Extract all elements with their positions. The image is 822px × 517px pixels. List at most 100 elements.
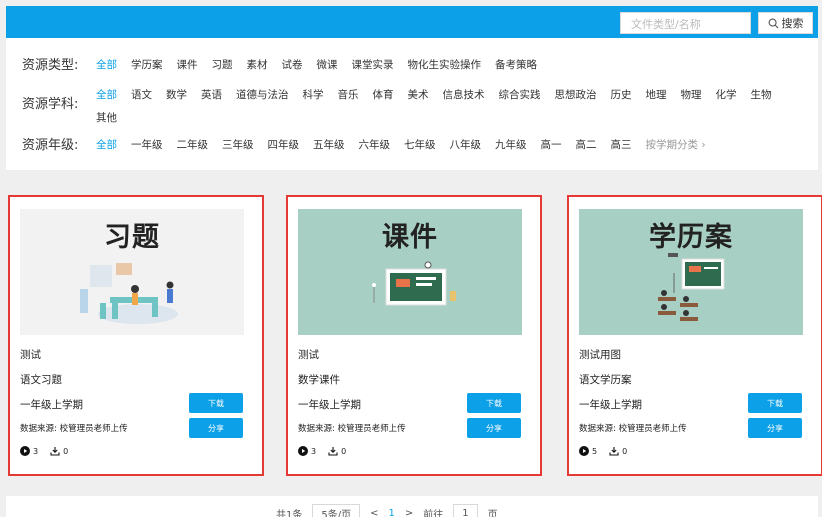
filter-option[interactable]: 音乐 — [338, 87, 359, 103]
filter-option[interactable]: 习题 — [212, 57, 233, 73]
card-subtitle: 语文学历案 — [579, 374, 632, 386]
filter-option[interactable]: 道德与法治 — [236, 87, 289, 103]
filter-option[interactable]: 备考策略 — [495, 57, 537, 73]
page-unit-label: 页 — [487, 509, 498, 517]
filter-option[interactable]: 八年级 — [450, 137, 482, 153]
filter-option[interactable]: 地理 — [646, 87, 667, 103]
filter-option[interactable]: 全部 — [96, 87, 117, 103]
filter-option[interactable]: 素材 — [247, 57, 268, 73]
filter-option[interactable]: 生物 — [751, 87, 772, 103]
download-icon — [50, 447, 60, 456]
filter-option[interactable]: 信息技术 — [443, 87, 485, 103]
download-button[interactable]: 下载 — [467, 393, 521, 413]
resource-card[interactable]: 习题 测试 语文习题 一年级上学期 数据来源: 校管理员老师上传 下载 分享 3… — [8, 195, 264, 476]
download-icon — [609, 447, 619, 456]
total-count: 共1条 — [276, 509, 303, 517]
filter-option[interactable]: 化学 — [716, 87, 737, 103]
filter-option[interactable]: 七年级 — [404, 137, 436, 153]
filter-label-subject: 资源学科: — [22, 97, 79, 112]
thumbnail-title: 习题 — [104, 222, 160, 253]
resource-card[interactable]: 学历案 测试用图 语文学历案 一年级上学期 数据来源: 校管理员老师上传 下载 … — [567, 195, 822, 476]
page-size-select[interactable]: 5条/页 — [312, 504, 361, 517]
filter-row-type: 资源类型: 全部 学历案 课件 习题 素材 试卷 微课 课堂实录 物化生实验操作 备考策略 — [22, 57, 796, 75]
filter-row-subject: 资源学科: 全部 语文 数学 英语 道德与法治 科学 音乐 体育 美术 信息技术 综合实践 思想政治历… — [22, 87, 796, 126]
filter-option[interactable]: 微课 — [317, 57, 338, 73]
view-count: 3 — [311, 446, 317, 456]
filter-option[interactable]: 六年级 — [359, 137, 391, 153]
search-icon — [768, 18, 778, 28]
card-name: 测试 — [20, 349, 41, 361]
search-button-label: 搜索 — [781, 17, 804, 30]
whiteboard-illustration — [372, 261, 456, 306]
search-input[interactable]: 文件类型/名称 — [620, 12, 751, 34]
card-subtitle: 数学课件 — [298, 374, 340, 386]
card-source: 数据来源: 校管理员老师上传 — [298, 424, 406, 434]
view-count: 5 — [592, 446, 598, 456]
card-thumbnail[interactable]: 课件 — [298, 209, 522, 335]
filter-panel: 资源类型: 全部 学历案 课件 习题 素材 试卷 微课 课堂实录 物化生实验操作 备考策略 资源学… — [6, 38, 818, 170]
download-button[interactable]: 下载 — [189, 393, 243, 413]
filter-option[interactable]: 高二 — [576, 137, 597, 153]
goto-page-input[interactable]: 1 — [453, 504, 478, 517]
resource-card[interactable]: 课件 测试 数学课件 一年级上学期 数据来源: 校管理员老师上传 下载 分享 3… — [286, 195, 542, 476]
filter-option[interactable]: 美术 — [408, 87, 429, 103]
filter-option[interactable]: 物化生实验操作 — [408, 57, 482, 73]
header-bar: 文件类型/名称 搜索 — [6, 6, 818, 38]
filter-option[interactable]: 科学 — [303, 87, 324, 103]
goto-label: 前往 — [423, 509, 444, 517]
lecture-illustration — [658, 253, 725, 321]
filter-option[interactable]: 一年级 — [131, 137, 163, 153]
share-button[interactable]: 分享 — [189, 418, 243, 438]
filter-option[interactable]: 课件 — [177, 57, 198, 73]
filter-option[interactable]: 英语 — [201, 87, 222, 103]
filter-row-grade: 资源年级: 全部 一年级 二年级 三年级 四年级 五年级 六年级 七年级 八年级 九年级 高一 高二高… — [22, 137, 796, 155]
filter-options-type: 全部 学历案 课件 习题 素材 试卷 微课 课堂实录 物化生实验操作 备考策略 — [96, 57, 796, 73]
filter-option[interactable]: 二年级 — [177, 137, 209, 153]
filter-option[interactable]: 三年级 — [222, 137, 254, 153]
next-page-button[interactable]: > — [405, 508, 413, 517]
filter-option[interactable]: 高一 — [541, 137, 562, 153]
card-stats: 3 0 — [20, 446, 80, 456]
filter-option[interactable]: 体育 — [373, 87, 394, 103]
page-number-current[interactable]: 1 — [389, 508, 395, 517]
filter-option[interactable]: 全部 — [96, 57, 117, 73]
filter-option[interactable]: 历史 — [611, 87, 632, 103]
share-button[interactable]: 分享 — [748, 418, 802, 438]
filter-option-semester[interactable]: 按学期分类 › — [646, 137, 706, 153]
download-icon — [328, 447, 338, 456]
filter-option[interactable]: 四年级 — [268, 137, 300, 153]
filter-option[interactable]: 物理 — [681, 87, 702, 103]
filter-option[interactable]: 综合实践 — [499, 87, 541, 103]
card-subtitle: 语文习题 — [20, 374, 62, 386]
filter-option[interactable]: 全部 — [96, 137, 117, 153]
view-count: 3 — [33, 446, 39, 456]
card-name: 测试 — [298, 349, 319, 361]
download-count: 0 — [341, 446, 347, 456]
card-thumbnail[interactable]: 习题 — [20, 209, 244, 335]
card-stats: 5 0 — [579, 446, 639, 456]
filter-options-subject: 全部 语文 数学 英语 道德与法治 科学 音乐 体育 美术 信息技术 综合实践 思想政治 历史 地理 物理化… — [96, 87, 796, 126]
filter-option[interactable]: 思想政治 — [555, 87, 597, 103]
filter-option[interactable]: 课堂实录 — [352, 57, 394, 73]
filter-option[interactable]: 语文 — [131, 87, 152, 103]
card-source: 数据来源: 校管理员老师上传 — [579, 424, 687, 434]
classroom-illustration — [80, 263, 178, 324]
filter-option[interactable]: 数学 — [166, 87, 187, 103]
play-icon — [298, 446, 308, 456]
card-thumbnail[interactable]: 学历案 — [579, 209, 803, 335]
filter-option[interactable]: 学历案 — [131, 57, 163, 73]
filter-option[interactable]: 其他 — [96, 110, 117, 126]
card-source: 数据来源: 校管理员老师上传 — [20, 424, 128, 434]
download-count: 0 — [622, 446, 628, 456]
prev-page-button[interactable]: < — [370, 508, 378, 517]
download-button[interactable]: 下载 — [748, 393, 802, 413]
filter-option[interactable]: 九年级 — [495, 137, 527, 153]
share-button[interactable]: 分享 — [467, 418, 521, 438]
filter-options-grade: 全部 一年级 二年级 三年级 四年级 五年级 六年级 七年级 八年级 九年级 高一 高二 高三 按学期分类… — [96, 137, 796, 153]
play-icon — [20, 446, 30, 456]
filter-option[interactable]: 高三 — [611, 137, 632, 153]
filter-option[interactable]: 五年级 — [313, 137, 345, 153]
filter-option[interactable]: 试卷 — [282, 57, 303, 73]
card-term: 一年级上学期 — [579, 399, 642, 411]
search-button[interactable]: 搜索 — [758, 12, 813, 34]
